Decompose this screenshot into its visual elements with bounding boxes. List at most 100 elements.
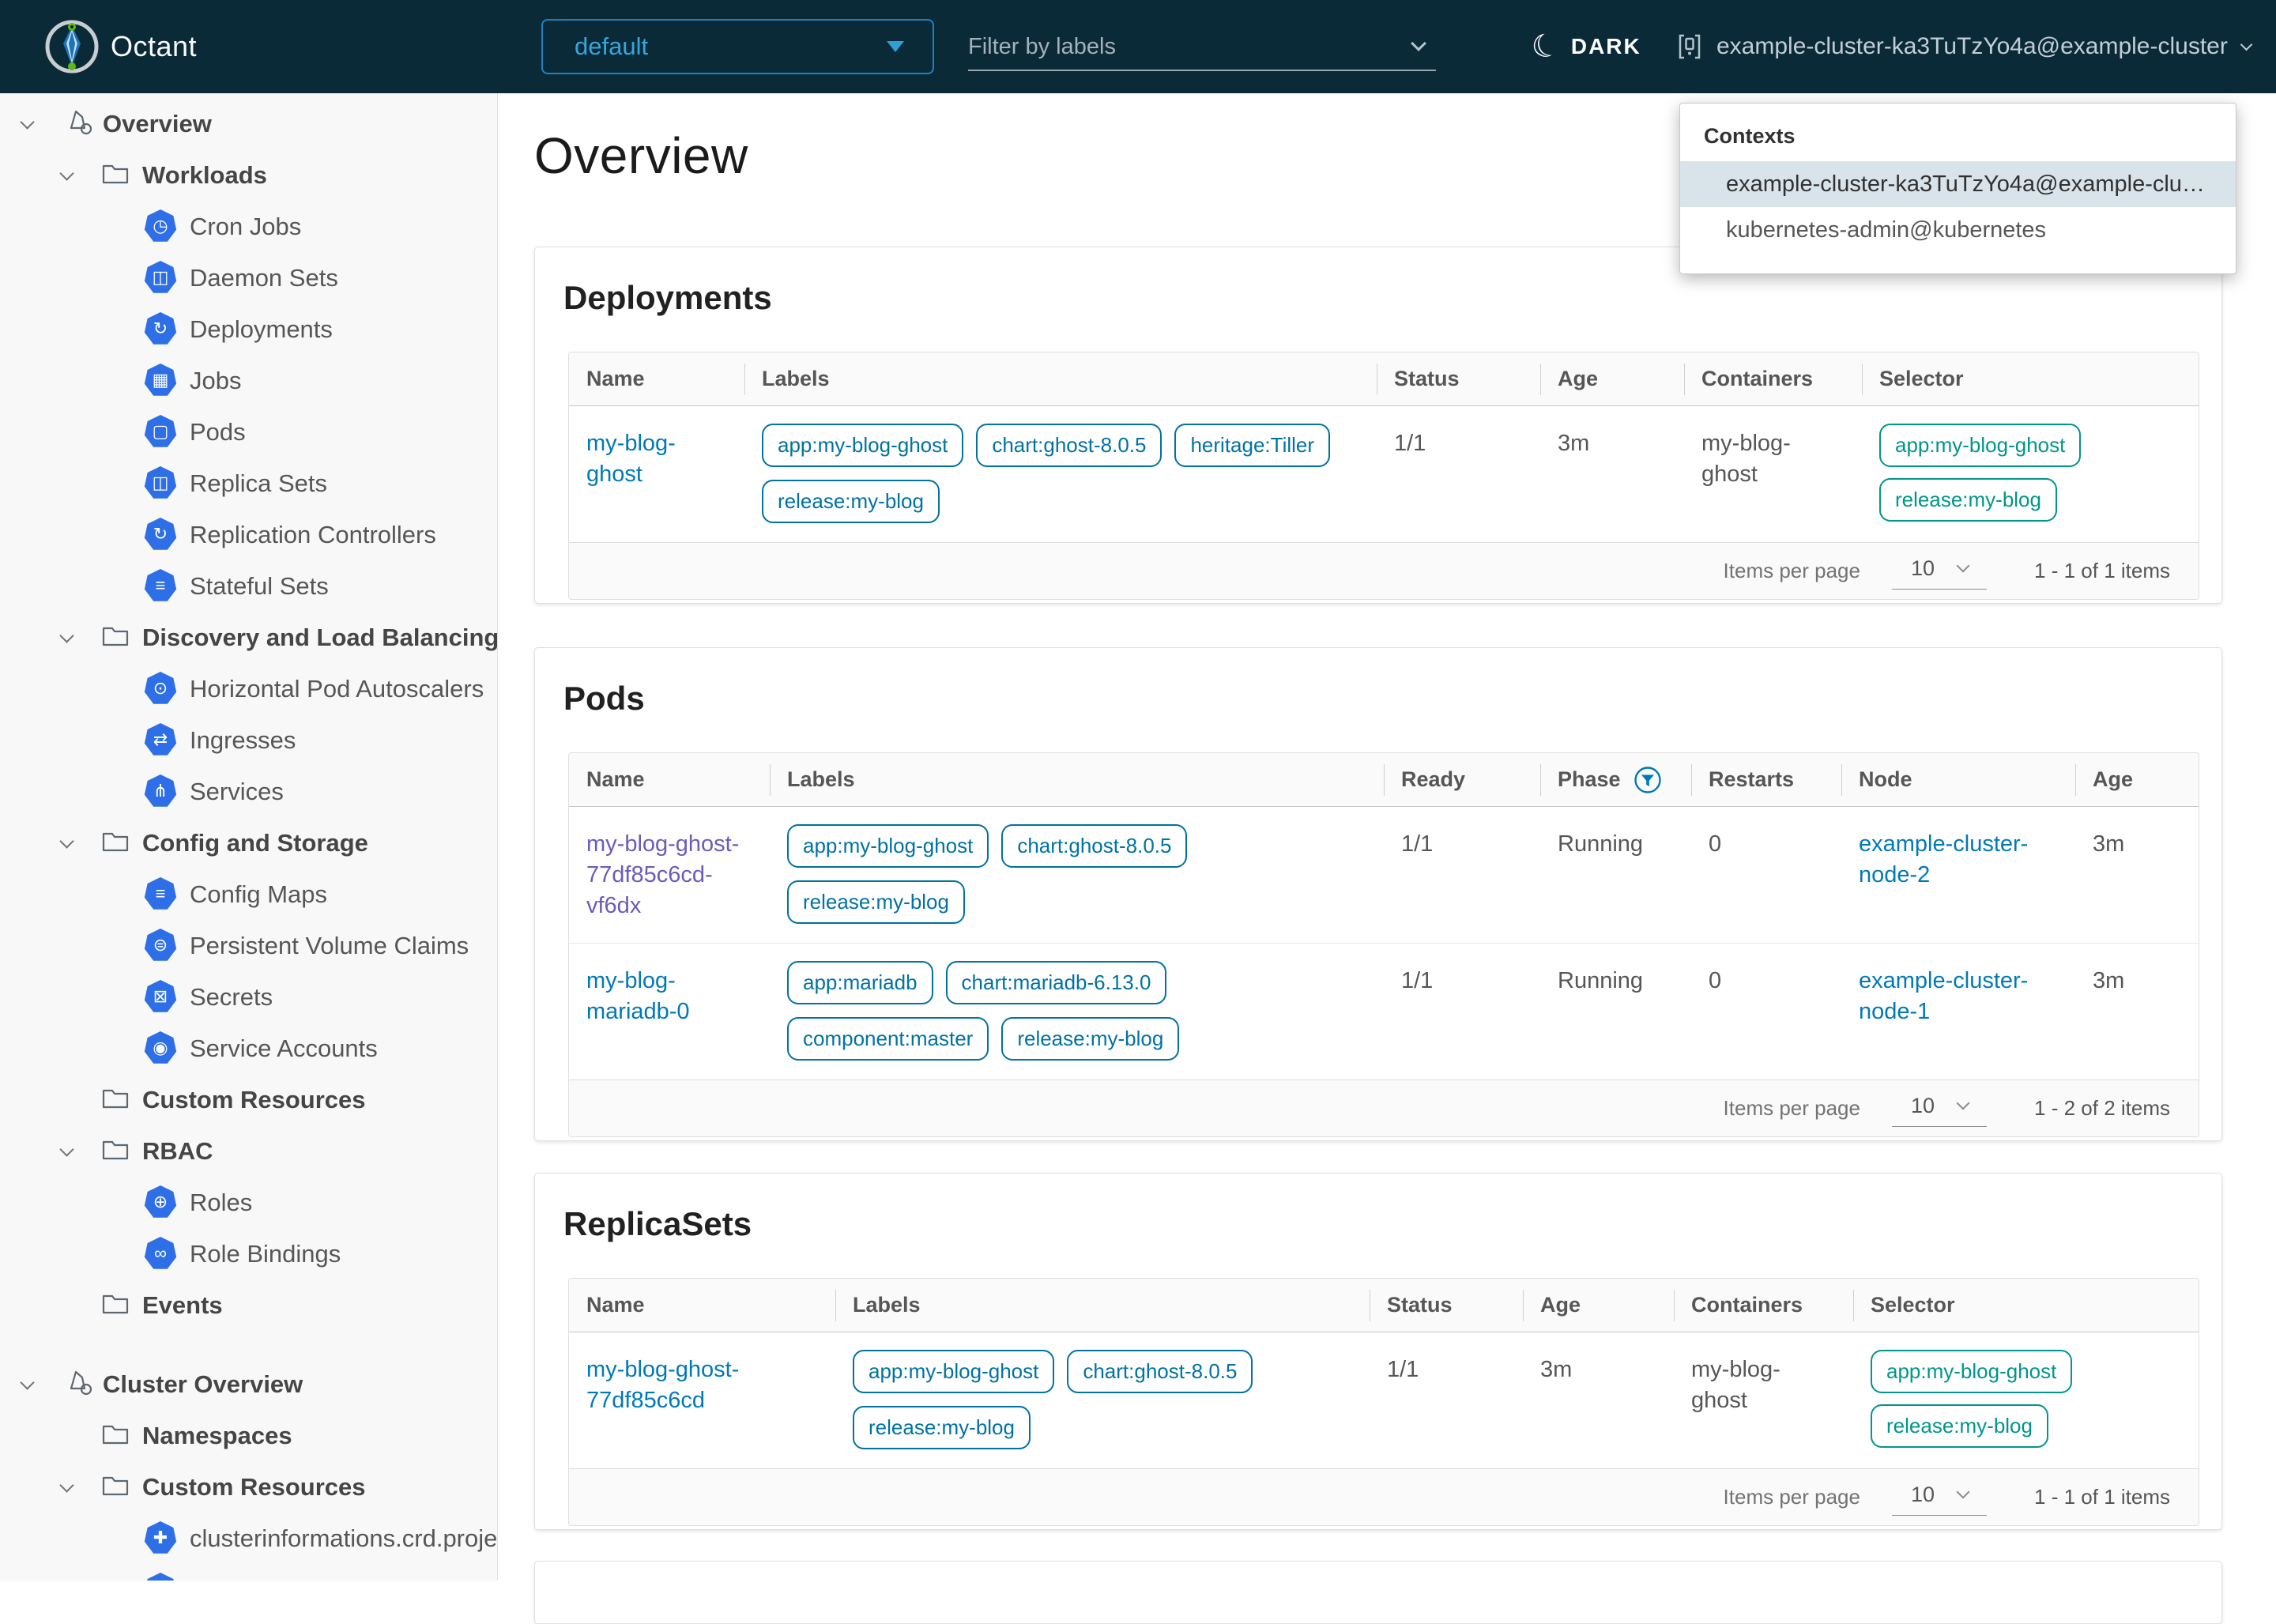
resource-link[interactable]: my-blog-ghost-77df85c6cd <box>586 1357 739 1413</box>
dark-theme-toggle[interactable]: ☾ DARK <box>1532 0 1641 93</box>
table-cell: my-blog-mariadb-0 <box>569 944 770 1080</box>
table-row: my-blog-ghost app:my-blog-ghostchart:ghos… <box>569 406 2199 542</box>
crd-icon: ✚ <box>144 1521 177 1554</box>
sidebar-item-pods[interactable]: ▢Pods <box>0 406 497 458</box>
sidebar-item-events[interactable]: Events <box>0 1279 497 1331</box>
table-cell: 0 <box>1691 944 1841 1080</box>
resource-link[interactable]: my-blog-ghost <box>586 431 676 487</box>
applications-icon <box>65 1368 95 1402</box>
page-size-select[interactable]: 10 <box>1892 553 1987 590</box>
sidebar-item-replication-controllers[interactable]: ↻Replication Controllers <box>0 509 497 560</box>
chevron-down-icon[interactable] <box>59 1478 73 1492</box>
chevron-down-icon[interactable] <box>20 115 34 129</box>
filter-icon[interactable] <box>1634 766 1662 794</box>
cell-text: 3m <box>1540 1357 1572 1382</box>
sidebar-item-jobs[interactable]: ▦Jobs <box>0 355 497 406</box>
context-menu-item[interactable]: example-cluster-ka3TuTzYo4a@example-clu… <box>1680 161 2236 207</box>
chevron-down-icon[interactable] <box>20 1375 34 1389</box>
page-size-select[interactable]: 10 <box>1892 1091 1987 1127</box>
sidebar-item-label: Service Accounts <box>190 1034 378 1063</box>
sidebar-item-custom-resources[interactable]: Custom Resources <box>0 1074 497 1125</box>
deployments-icon: ↻ <box>144 312 177 345</box>
cell-text: 3m <box>2093 831 2124 857</box>
sidebar-item-services[interactable]: ⋔Services <box>0 766 497 817</box>
column-header-label: Labels <box>853 1293 921 1317</box>
namespace-select[interactable]: default <box>541 19 934 74</box>
sidebar-item-discovery-and-load-balancing[interactable]: Discovery and Load Balancing <box>0 612 497 663</box>
pagination-range: 1 - 1 of 1 items <box>2034 559 2170 583</box>
sidebar-item-ingresses[interactable]: ⇄Ingresses <box>0 714 497 766</box>
resource-link[interactable]: my-blog-ghost-77df85c6cd-vf6dx <box>586 831 739 918</box>
column-header-age: Age <box>1523 1279 1674 1332</box>
namespace-select-value: default <box>575 32 887 61</box>
sidebar-item-service-accounts[interactable]: ◉ Service Accounts <box>0 1023 497 1074</box>
column-header-name: Name <box>569 753 770 806</box>
sidebar-item-label: Persistent Volume Claims <box>190 932 469 960</box>
sidebar-item-roles[interactable]: ⊕Roles <box>0 1177 497 1228</box>
sidebar-item-cluster-overview[interactable]: Cluster Overview <box>0 1358 497 1410</box>
chevron-down-icon[interactable] <box>59 1142 73 1156</box>
card-deployments: DeploymentsNameLabelsStatusAgeContainers… <box>534 247 2222 604</box>
sidebar-item-role-bindings[interactable]: ∞Role Bindings <box>0 1228 497 1279</box>
label-filter-input[interactable] <box>968 34 1436 60</box>
sidebar-item-namespaces[interactable]: Namespaces <box>0 1410 497 1461</box>
applications-icon <box>65 107 95 141</box>
sidebar-item-label: Custom Resources <box>142 1086 366 1114</box>
sidebar-item-clusterinformations-crd-projec[interactable]: ✚ clusterinformations.crd.projec <box>0 1513 497 1564</box>
sidebar-item-stateful-sets[interactable]: ≡Stateful Sets <box>0 560 497 612</box>
sidebar-item-custom-resources[interactable]: Custom Resources <box>0 1461 497 1513</box>
card-replicasets: ReplicaSetsNameLabelsStatusAgeContainers… <box>534 1173 2222 1530</box>
context-menu-item[interactable]: kubernetes-admin@kubernetes <box>1680 207 2236 253</box>
sidebar-item-cron-jobs[interactable]: ◷Cron Jobs <box>0 201 497 252</box>
sidebar-item-label: Workloads <box>142 161 267 190</box>
cronjobs-icon: ◷ <box>144 209 177 243</box>
sidebar-item-label: Jobs <box>190 367 241 395</box>
table-cell: 1/1 <box>1384 807 1540 943</box>
resource-link[interactable]: example-cluster-node-1 <box>1859 968 2028 1024</box>
sidebar-item-label: clusterinformations.crd.projec <box>190 1524 498 1553</box>
table-header-row: NameLabelsStatusAgeContainersSelector <box>569 352 2199 406</box>
folder-icon <box>101 160 130 190</box>
sidebar-item-config-and-storage[interactable]: Config and Storage <box>0 817 497 869</box>
sidebar-item-daemon-sets[interactable]: ◫Daemon Sets <box>0 252 497 303</box>
context-selector[interactable]: example-cluster-ka3TuTzYo4a@example-clus… <box>1677 0 2251 93</box>
sidebar-item-deployments[interactable]: ↻ Deployments <box>0 303 497 355</box>
context-label: example-cluster-ka3TuTzYo4a@example-clus… <box>1716 33 2228 60</box>
sidebar-item-persistent-volume-claims[interactable]: ⊜ Persistent Volume Claims <box>0 920 497 971</box>
label-filter-field <box>968 24 1436 71</box>
cell-text: 1/1 <box>1387 1357 1419 1382</box>
label-pill: release:my-blog <box>762 480 940 523</box>
sidebar-item-horizontal-pod-autoscalers[interactable]: ⊙Horizontal Pod Autoscalers <box>0 663 497 714</box>
sidebar-item-config-maps[interactable]: ≡Config Maps <box>0 869 497 920</box>
table-row: my-blog-mariadb-0app:mariadbchart:mariad… <box>569 943 2199 1080</box>
resource-table: NameLabelsStatusAgeContainersSelectormy-… <box>568 1278 2199 1526</box>
sidebar-item-secrets[interactable]: ⊠Secrets <box>0 971 497 1023</box>
sidebar-item-replica-sets[interactable]: ◫Replica Sets <box>0 458 497 509</box>
serviceaccounts-icon: ◉ <box>144 1031 177 1064</box>
label-pill: chart:mariadb-6.13.0 <box>946 961 1167 1004</box>
caret-down-icon <box>887 41 904 52</box>
labels-cell: app:my-blog-ghostchart:ghost-8.0.5releas… <box>835 1332 1370 1468</box>
cell-text: 1/1 <box>1401 968 1433 993</box>
chevron-down-icon[interactable] <box>59 834 73 848</box>
column-header-labels: Labels <box>744 352 1377 405</box>
sidebar-item-rbac[interactable]: RBAC <box>0 1125 497 1177</box>
pvc-icon: ⊜ <box>144 929 177 962</box>
cell-text: 3m <box>1558 431 1589 456</box>
table-header-row: NameLabelsReadyPhase RestartsNodeAge <box>569 753 2199 807</box>
sidebar-item-workloads[interactable]: Workloads <box>0 149 497 201</box>
table-cell: example-cluster-node-2 <box>1841 807 2075 943</box>
resource-link[interactable]: example-cluster-node-2 <box>1859 831 2028 887</box>
chevron-down-icon[interactable] <box>59 166 73 180</box>
sidebar-item-csidrivers-csi-storage-k8s-io[interactable]: ✚csidrivers.csi.storage.k8s.io <box>0 1564 497 1581</box>
resource-link[interactable]: my-blog-mariadb-0 <box>586 968 690 1024</box>
chevron-down-icon[interactable] <box>59 628 73 642</box>
sidebar-item-label: Deployments <box>190 315 333 344</box>
sidebar-item-overview[interactable]: Overview <box>0 98 497 149</box>
selector-pill: release:my-blog <box>1879 478 2057 522</box>
labels-cell: app:my-blog-ghostchart:ghost-8.0.5herita… <box>744 406 1377 542</box>
folder-icon <box>101 828 130 857</box>
sidebar-item-label: Custom Resources <box>142 1473 366 1502</box>
page-size-select[interactable]: 10 <box>1892 1479 1987 1516</box>
selector-cell: app:my-blog-ghostrelease:my-blog <box>1862 406 2199 542</box>
